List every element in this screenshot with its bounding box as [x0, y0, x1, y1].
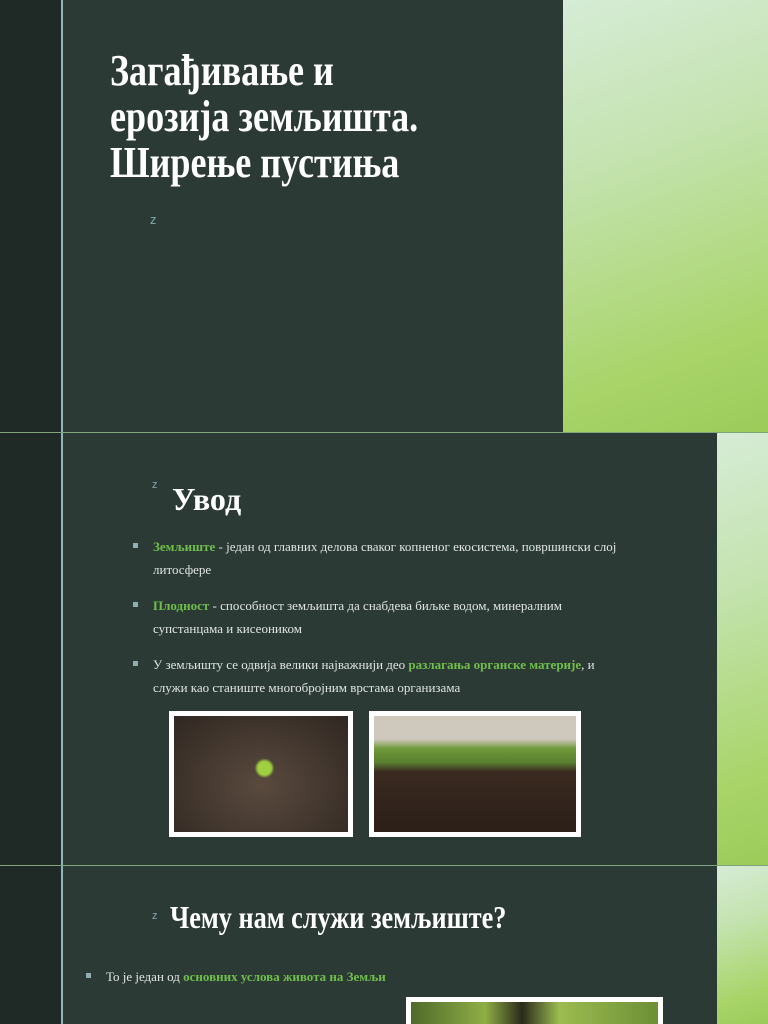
slide-heading: Увод [172, 481, 242, 517]
green-panel [717, 433, 768, 865]
slide-heading: Чему нам служи земљиште? [170, 899, 507, 935]
term: разлагања органске материје [408, 657, 582, 672]
vertical-rule [61, 866, 63, 1024]
soil-grass-photo [369, 711, 581, 837]
bullet-list: То је један од основних услова живота на… [86, 965, 386, 1001]
list-item: У земљишту се одвија велики најважнији д… [133, 653, 623, 699]
bullet-list: Земљиште - један од главних делова свако… [133, 535, 623, 712]
definition: - способност земљишта да снабдева биљке … [153, 598, 562, 636]
green-panel [717, 866, 768, 1024]
z-marker: z [152, 479, 158, 491]
presentation-title: Загађивање и ерозија земљишта. Ширење пу… [110, 48, 418, 186]
sprout-photo [169, 711, 353, 837]
list-item: То је један од основних услова живота на… [86, 965, 386, 988]
list-item: Земљиште - један од главних делова свако… [133, 535, 623, 581]
term: Плодност [153, 598, 210, 613]
list-item: Плодност - способност земљишта да снабде… [133, 594, 623, 640]
green-panel [563, 0, 768, 432]
z-marker: z [150, 212, 157, 227]
left-strip [0, 433, 61, 865]
forest-photo [406, 997, 663, 1024]
slide-uses: z Чему нам служи земљиште? То је један о… [0, 866, 768, 1024]
title-line: Загађивање и [110, 46, 334, 95]
title-line: Ширење пустиња [110, 138, 400, 187]
left-strip [0, 866, 61, 1024]
left-strip [0, 0, 61, 432]
title-line: ерозија земљишта. [110, 92, 419, 141]
z-marker: z [152, 910, 158, 922]
definition: - један од главних делова сваког копнено… [153, 539, 617, 577]
vertical-rule [61, 0, 63, 432]
text: То је један од [106, 969, 184, 984]
term: Земљиште [153, 539, 216, 554]
slide-intro: z Увод Земљиште - један од главних делов… [0, 433, 768, 865]
term: основних услова живота на Земљи [183, 969, 386, 984]
text: У земљишту се одвија велики најважнији д… [153, 657, 409, 672]
slide-title: Загађивање и ерозија земљишта. Ширење пу… [0, 0, 768, 432]
vertical-rule [61, 433, 63, 865]
